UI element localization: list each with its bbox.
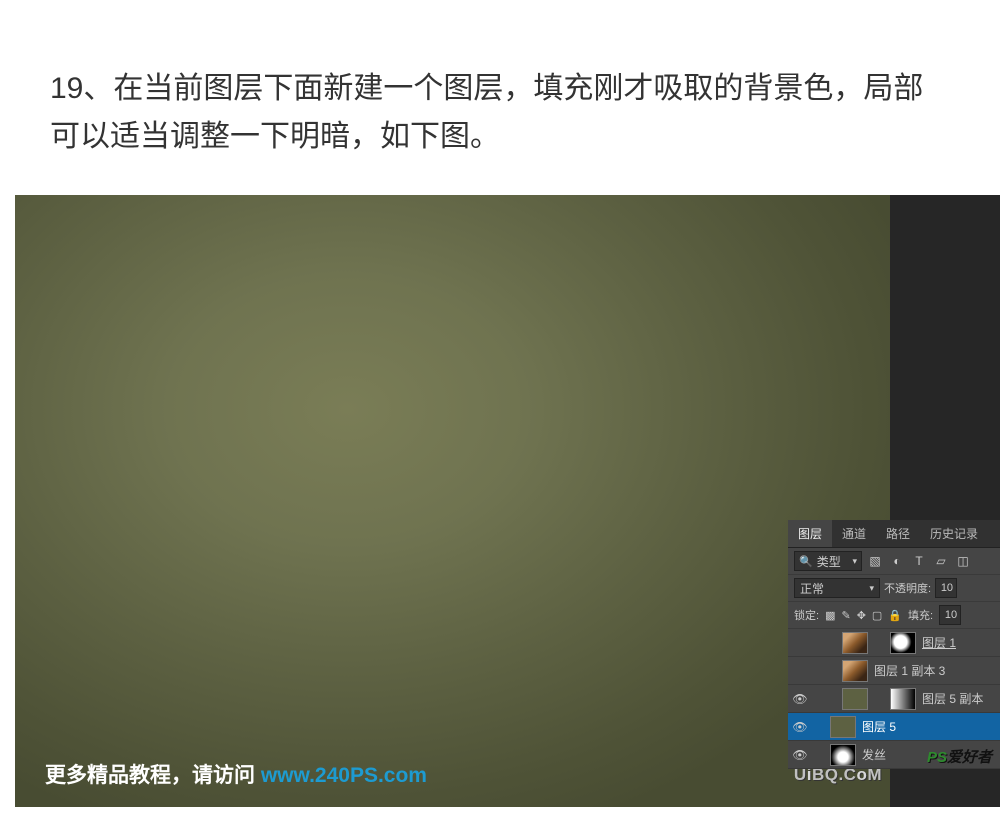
tab-layers[interactable]: 图层	[788, 520, 832, 547]
layer-name[interactable]: 发丝	[862, 746, 886, 763]
filter-shape-icon[interactable]: ▱	[932, 552, 950, 570]
layer-item[interactable]: 👁 图层 1 副本 3	[788, 657, 1000, 685]
layer-item[interactable]: 👁 图层 1	[788, 629, 1000, 657]
watermark-ps: PS爱好者	[927, 746, 992, 767]
filter-label: 类型	[817, 553, 841, 570]
layer-thumbnail[interactable]	[830, 716, 856, 738]
visibility-toggle[interactable]: 👁	[792, 720, 808, 734]
layer-thumbnail[interactable]	[842, 688, 868, 710]
opacity-label: 不透明度:	[884, 580, 931, 596]
layer-item[interactable]: 👁 图层 5 副本	[788, 685, 1000, 713]
tab-history[interactable]: 历史记录	[920, 520, 988, 547]
search-icon: 🔍	[799, 555, 813, 568]
layer-thumbnail[interactable]	[842, 632, 868, 654]
fill-label: 填充:	[908, 607, 933, 623]
blend-mode-value: 正常	[800, 580, 824, 597]
blend-mode-select[interactable]: 正常 ▾	[794, 578, 880, 598]
filter-adjust-icon[interactable]: ◐	[888, 552, 906, 570]
opacity-value[interactable]: 10	[935, 578, 957, 598]
canvas[interactable]: 更多精品教程，请访问 www.240PS.com UiBQ.CoM	[15, 195, 890, 807]
filter-type-select[interactable]: 🔍 类型 ▾	[794, 551, 862, 571]
layer-item-selected[interactable]: 👁 图层 5	[788, 713, 1000, 741]
visibility-toggle[interactable]: 👁	[792, 664, 808, 678]
mask-thumbnail[interactable]	[890, 688, 916, 710]
layer-name[interactable]: 图层 5	[862, 718, 896, 735]
lock-position-icon[interactable]: ✥	[857, 609, 866, 622]
filter-row: 🔍 类型 ▾ ▧ ◐ T ▱ ◫	[788, 548, 1000, 575]
lock-row: 锁定: ▩ ✎ ✥ ▢ 🔒 填充: 10	[788, 602, 1000, 629]
photoshop-workspace: 更多精品教程，请访问 www.240PS.com UiBQ.CoM 图层 通道 …	[15, 195, 1000, 807]
visibility-toggle[interactable]: 👁	[792, 692, 808, 706]
layer-thumbnail[interactable]	[830, 744, 856, 766]
blend-row: 正常 ▾ 不透明度: 10	[788, 575, 1000, 602]
tab-paths[interactable]: 路径	[876, 520, 920, 547]
fill-value[interactable]: 10	[939, 605, 961, 625]
layer-name[interactable]: 图层 1	[922, 634, 956, 651]
instruction-text: 19、在当前图层下面新建一个图层，填充刚才吸取的背景色，局部可以适当调整一下明暗…	[0, 0, 1000, 161]
lock-brush-icon[interactable]: ✎	[841, 609, 850, 622]
visibility-toggle[interactable]: 👁	[792, 636, 808, 650]
layer-thumbnail[interactable]	[842, 660, 868, 682]
filter-type-icon[interactable]: T	[910, 552, 928, 570]
mask-thumbnail[interactable]	[890, 632, 916, 654]
filter-pixel-icon[interactable]: ▧	[866, 552, 884, 570]
footer-prefix: 更多精品教程，请访问	[45, 764, 261, 787]
chevron-down-icon: ▾	[852, 556, 857, 567]
lock-all-icon[interactable]: 🔒	[888, 609, 902, 622]
layer-name[interactable]: 图层 1 副本 3	[874, 662, 945, 679]
canvas-footer: 更多精品教程，请访问 www.240PS.com	[45, 759, 427, 789]
visibility-toggle[interactable]: 👁	[792, 748, 808, 762]
layers-panel: 图层 通道 路径 历史记录 🔍 类型 ▾ ▧ ◐ T ▱ ◫ 正常 ▾ 不透明度…	[788, 520, 1000, 769]
panel-tabs: 图层 通道 路径 历史记录	[788, 520, 1000, 548]
lock-artboard-icon[interactable]: ▢	[872, 609, 882, 622]
layer-name[interactable]: 图层 5 副本	[922, 690, 983, 707]
footer-link[interactable]: www.240PS.com	[261, 764, 427, 787]
tab-channels[interactable]: 通道	[832, 520, 876, 547]
chevron-down-icon: ▾	[869, 583, 874, 594]
lock-label: 锁定:	[794, 607, 819, 623]
filter-smart-icon[interactable]: ◫	[954, 552, 972, 570]
lock-transparency-icon[interactable]: ▩	[825, 609, 835, 622]
